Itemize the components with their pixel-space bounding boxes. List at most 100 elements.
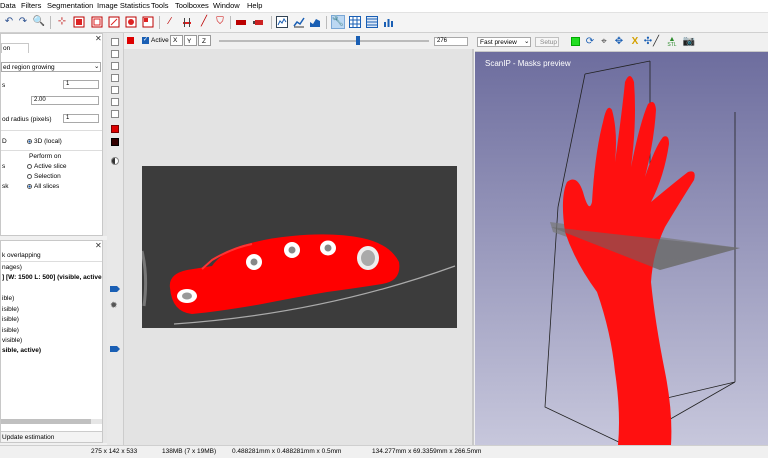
green-square-icon[interactable] xyxy=(571,37,580,46)
strip-tool-6-icon[interactable] xyxy=(111,98,119,106)
sun-icon[interactable]: ✹ xyxy=(110,301,118,310)
slice-view-toolbar: ✓ Active X Y Z 276 xyxy=(124,33,474,49)
chevron-down-icon: ⌄ xyxy=(524,38,530,45)
3d-preview-view[interactable]: Fast preview ⌄ Setup ⟳ ⌖ ✥ X ✣ ╱ ▲ STL 📷… xyxy=(475,33,768,445)
masks-header: k overlapping xyxy=(2,252,41,259)
setup-button[interactable]: Setup xyxy=(535,37,559,47)
crosshair-tool-icon[interactable]: ⊹ xyxy=(55,15,69,29)
measure-3d-icon[interactable]: ╱ xyxy=(649,35,663,49)
masks-line-0[interactable]: nages) xyxy=(2,264,22,271)
left-panel: ✕ on ed region growing ⌄ s 1 2.00 od rad… xyxy=(0,33,107,445)
filter-tool-1-icon[interactable] xyxy=(234,15,248,29)
menu-filters[interactable]: Filters xyxy=(21,2,41,10)
active-label: Active xyxy=(151,37,169,44)
close-x-icon[interactable]: X xyxy=(628,35,642,49)
chart-icon[interactable] xyxy=(382,15,396,29)
statistics-icon[interactable] xyxy=(308,15,322,29)
histogram-icon[interactable] xyxy=(275,15,289,29)
menu-image-statistics[interactable]: Image Statistics xyxy=(97,2,150,10)
status-spacing: 0.488281mm x 0.488281mm x 0.5mm xyxy=(232,448,342,455)
row1-input[interactable]: 1 xyxy=(63,80,99,89)
mask-tool-3-icon[interactable] xyxy=(107,15,121,29)
row2-input[interactable]: 2.00 xyxy=(31,96,99,105)
menu-segmentation[interactable]: Segmentation xyxy=(47,2,93,10)
camera-icon[interactable]: 📷 xyxy=(682,35,696,49)
ct-slice-image[interactable] xyxy=(140,166,457,328)
slice-slider-thumb[interactable] xyxy=(355,36,360,45)
view-divider xyxy=(472,49,474,445)
masks-line-5[interactable]: isible) xyxy=(2,327,19,334)
setup-label: Setup xyxy=(540,39,557,46)
masks-line-1[interactable]: ] [W: 1500 L: 500] (visible, active xyxy=(2,274,102,281)
close-icon[interactable]: ✕ xyxy=(95,35,102,43)
strip-tool-7-icon[interactable] xyxy=(111,110,119,118)
mask-color-icon[interactable] xyxy=(111,125,119,133)
masks-line-2[interactable]: ible) xyxy=(2,295,14,302)
measure-tool-icon[interactable]: ╱ xyxy=(197,15,211,29)
layer-color-icon[interactable] xyxy=(111,138,119,146)
perform-active-slice[interactable]: Active slice xyxy=(27,163,67,170)
mask-tool-4-icon[interactable] xyxy=(124,15,138,29)
masks-scrollbar[interactable] xyxy=(1,419,102,424)
hand-model-svg xyxy=(544,60,740,445)
perform-selection[interactable]: Selection xyxy=(27,173,61,180)
profile-icon[interactable] xyxy=(292,15,306,29)
strip-tool-3-icon[interactable] xyxy=(111,62,119,70)
menu-tools[interactable]: Tools xyxy=(151,2,169,10)
row3-input[interactable]: 1 xyxy=(63,114,99,123)
close-icon[interactable]: ✕ xyxy=(95,242,102,250)
stl-label: STL xyxy=(667,42,677,48)
marker-1-icon[interactable] xyxy=(110,286,120,292)
mask-tool-1-icon[interactable] xyxy=(72,15,86,29)
menu-help[interactable]: Help xyxy=(247,2,262,10)
zoom-icon[interactable]: 🔍 xyxy=(32,15,46,29)
reset-view-icon[interactable]: ⌖ xyxy=(597,35,611,49)
masks-line-7[interactable]: sible, active) xyxy=(2,347,41,354)
masks-panel: ✕ k overlapping nages) ] [W: 1500 L: 500… xyxy=(0,240,103,443)
refresh-icon[interactable]: ⟳ xyxy=(583,35,597,49)
menu-window[interactable]: Window xyxy=(213,2,240,10)
slice-number-input[interactable]: 276 xyxy=(434,37,468,46)
axis-y-button[interactable]: Y xyxy=(184,35,197,46)
filter-tool-2-icon[interactable] xyxy=(252,15,266,29)
axis-x-button[interactable]: X xyxy=(170,35,183,46)
3d-canvas[interactable]: ScanIP - Masks preview xyxy=(475,52,768,445)
masks-line-4[interactable]: isible) xyxy=(2,316,19,323)
masks-line-3[interactable]: isible) xyxy=(2,306,19,313)
perform-all-slices[interactable]: All slices xyxy=(27,183,59,190)
panel-tab[interactable]: on xyxy=(1,43,29,53)
table-icon[interactable] xyxy=(348,15,362,29)
paint-tool-icon[interactable]: ∕ xyxy=(163,15,177,29)
active-checkbox[interactable]: ✓ xyxy=(142,37,149,44)
undo-icon[interactable]: ↶ xyxy=(2,15,16,29)
mask-tool-5-icon[interactable] xyxy=(141,15,155,29)
strip-tool-2-icon[interactable] xyxy=(111,50,119,58)
contrast-icon[interactable] xyxy=(111,157,119,165)
strip-tool-1-icon[interactable] xyxy=(111,38,119,46)
masks-line-6[interactable]: visible) xyxy=(2,337,22,344)
slice-number-value: 276 xyxy=(437,38,448,44)
slice-slider[interactable] xyxy=(219,40,429,42)
threshold-tool-icon[interactable] xyxy=(180,15,194,29)
stl-export-icon[interactable]: ▲ STL xyxy=(665,35,679,49)
strip-tool-4-icon[interactable] xyxy=(111,74,119,82)
menu-toolboxes[interactable]: Toolboxes xyxy=(175,2,209,10)
option-3d-local[interactable]: 3D (local) xyxy=(27,138,62,145)
method-value: ed region growing xyxy=(3,64,55,71)
marker-2-icon[interactable] xyxy=(110,346,120,352)
fragment-label-1: s xyxy=(2,163,6,170)
fill-tool-icon[interactable]: ⛉ xyxy=(213,15,227,29)
menu-data[interactable]: Data xyxy=(0,2,16,10)
redo-icon[interactable]: ↷ xyxy=(16,15,30,29)
update-estimation-button[interactable]: Update estimation xyxy=(1,431,102,442)
method-dropdown[interactable]: ed region growing ⌄ xyxy=(1,62,101,72)
pan-icon[interactable]: ✥ xyxy=(612,35,626,49)
preview-mode-dropdown[interactable]: Fast preview ⌄ xyxy=(477,37,531,47)
grid-icon[interactable] xyxy=(365,15,379,29)
option-2d[interactable]: D xyxy=(2,138,7,145)
wrench-icon[interactable]: 🔧 xyxy=(331,15,345,29)
axis-z-button[interactable]: Z xyxy=(198,35,211,46)
mask-swatch-icon[interactable] xyxy=(127,37,134,44)
strip-tool-5-icon[interactable] xyxy=(111,86,119,94)
mask-tool-2-icon[interactable] xyxy=(90,15,104,29)
